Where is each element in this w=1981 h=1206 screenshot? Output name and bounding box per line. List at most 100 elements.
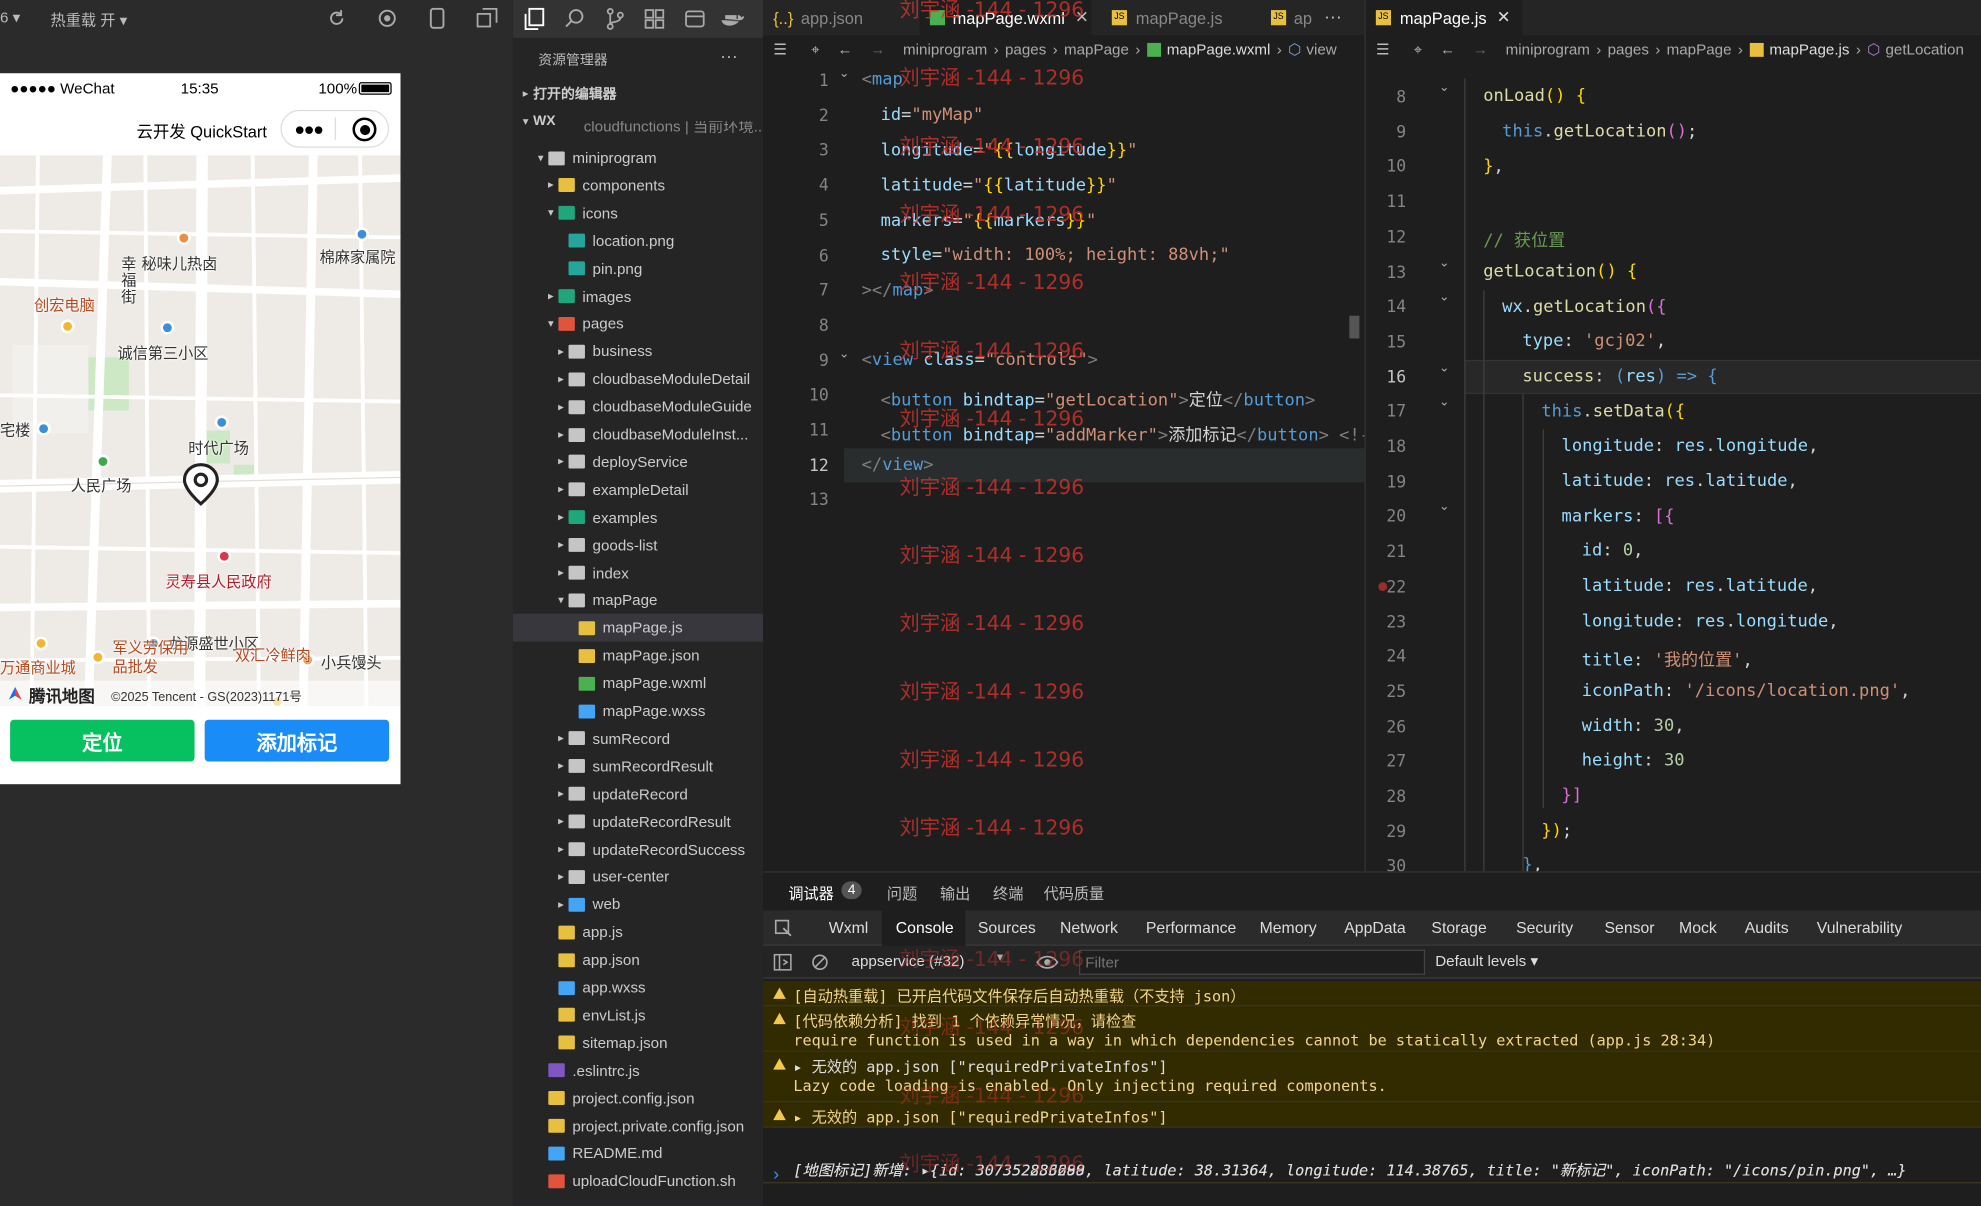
tree-row[interactable]: ▸ business — [513, 338, 763, 366]
tree-row[interactable]: ▸ deployService — [513, 448, 763, 476]
tree-row[interactable]: mapPage.json — [513, 642, 763, 670]
map-view[interactable]: 秘味儿热卤 幸福街 棉麻家属院 创宏电脑 诚信第三小区 宅楼 时代广场 人民广场… — [0, 155, 401, 706]
window-icon[interactable] — [476, 7, 498, 29]
open-editors-section[interactable]: ▸ 打开的编辑器 — [513, 80, 763, 108]
tree-row[interactable]: uploadCloudFunction.sh — [513, 1167, 763, 1195]
tree-row[interactable]: project.private.config.json — [513, 1112, 763, 1140]
tree-row[interactable]: mapPage.js — [512, 614, 764, 642]
devtools-tab[interactable]: AppData — [1344, 919, 1405, 937]
phone-icon[interactable] — [429, 7, 445, 29]
forward-icon[interactable]: → — [1473, 40, 1488, 58]
search-icon[interactable] — [563, 8, 586, 31]
devtools-tab[interactable]: Sensor — [1605, 919, 1655, 937]
tree-row[interactable]: app.js — [513, 918, 763, 946]
close-tab-icon[interactable]: ✕ — [1497, 8, 1511, 28]
devtools-tab[interactable]: Mock — [1679, 919, 1717, 937]
devtools-tab[interactable]: Network — [1060, 919, 1118, 937]
devtools-tab[interactable]: Wxml — [829, 919, 868, 937]
panel-tab[interactable]: 输出 — [940, 883, 970, 904]
tree-row[interactable]: project.config.json — [513, 1084, 763, 1112]
tree-row-truncated[interactable]: cloudfunctions | 当前环境... — [513, 121, 763, 139]
tree-row[interactable]: ▸ web — [513, 891, 763, 919]
tree-row[interactable]: ▾ pages — [513, 310, 763, 338]
tree-row[interactable]: app.wxss — [513, 974, 763, 1002]
panel-tab[interactable]: 问题 — [887, 883, 917, 904]
hotreload-toggle[interactable]: 热重载 开 ▾ — [51, 9, 128, 30]
tree-row[interactable]: ▸ exampleDetail — [513, 476, 763, 504]
tree-row[interactable]: ▸ components — [513, 172, 763, 200]
console-row[interactable]: [自动热重载] 已开启代码文件保存后自动热重载（不支持 json） — [763, 981, 1981, 1007]
tree-row[interactable]: ▸ index — [513, 559, 763, 587]
close-capsule-icon[interactable] — [352, 117, 377, 142]
breadcrumb-item[interactable]: view — [1306, 40, 1336, 58]
docker-icon[interactable] — [720, 8, 745, 31]
tree-row[interactable]: envList.js — [513, 1001, 763, 1029]
tree-row[interactable]: app.json — [513, 946, 763, 974]
fold-icon[interactable]: ⌄ — [839, 347, 850, 361]
panel-tab[interactable]: 调试器 — [788, 883, 834, 904]
tree-row[interactable]: .eslintrc.js — [513, 1057, 763, 1085]
bookmark-icon[interactable]: ⌖ — [811, 40, 820, 59]
device-selector[interactable]: 6 ▾ — [0, 9, 20, 27]
list-icon[interactable]: ☰ — [773, 40, 793, 58]
extensions-icon[interactable] — [643, 8, 666, 31]
tree-row[interactable]: ▸ sumRecordResult — [513, 752, 763, 780]
panel-tab[interactable]: 代码质量 — [1044, 883, 1105, 904]
back-icon[interactable]: ← — [837, 40, 852, 58]
fold-icon[interactable]: ⌄ — [1439, 396, 1450, 410]
breakpoint-icon[interactable] — [1378, 582, 1388, 591]
tree-row[interactable]: ▸ cloudbaseModuleGuide — [513, 393, 763, 421]
filter-input[interactable] — [1078, 949, 1426, 975]
devtools-tab[interactable]: Memory — [1260, 919, 1317, 937]
list-icon[interactable]: ☰ — [1376, 40, 1396, 58]
tree-row[interactable]: ▾ icons — [513, 199, 763, 227]
more-tabs-icon[interactable]: ··· — [1324, 6, 1342, 26]
devtools-tab[interactable]: Security — [1516, 919, 1573, 937]
locate-button[interactable]: 定位 — [10, 719, 195, 762]
tree-row[interactable]: ▸ cloudbaseModuleInst... — [513, 421, 763, 449]
more-dots-icon[interactable]: ●●● — [294, 119, 324, 139]
forward-icon[interactable]: → — [870, 40, 885, 58]
bookmark-icon[interactable]: ⌖ — [1414, 40, 1423, 59]
back-icon[interactable]: ← — [1440, 40, 1455, 58]
tab-app[interactable]: JS ap — [1261, 0, 1322, 35]
source-control-icon[interactable] — [604, 7, 627, 31]
cloud-dev-icon[interactable] — [683, 8, 706, 31]
tree-row[interactable]: location.png — [513, 227, 763, 255]
devtools-tab[interactable]: Sources — [978, 919, 1036, 937]
tree-row[interactable]: ▸ sumRecord — [513, 725, 763, 753]
fold-icon[interactable]: ⌄ — [1439, 256, 1450, 270]
breadcrumb-item[interactable]: mapPage — [1667, 40, 1732, 58]
tree-row[interactable]: ▾ miniprogram — [513, 144, 763, 172]
stop-icon[interactable] — [378, 9, 397, 28]
fold-icon[interactable]: ⌄ — [1439, 81, 1450, 95]
devtools-tab[interactable]: Storage — [1431, 919, 1486, 937]
sidebar-toggle-icon[interactable] — [773, 953, 792, 971]
breadcrumb-item[interactable]: mapPage — [1064, 40, 1129, 58]
fold-icon[interactable]: ⌄ — [1439, 361, 1450, 375]
inspect-icon[interactable] — [774, 919, 792, 937]
fold-icon[interactable]: ⌄ — [839, 67, 850, 81]
devtools-tab[interactable]: Performance — [1146, 919, 1236, 937]
devtools-tab[interactable]: Console — [896, 919, 954, 937]
breadcrumb-item[interactable]: pages — [1005, 40, 1046, 58]
clear-console-icon[interactable] — [811, 953, 829, 971]
more-actions-icon[interactable]: ··· — [720, 45, 738, 65]
tree-row[interactable]: mapPage.wxss — [513, 697, 763, 725]
devtools-tab[interactable]: Vulnerability — [1817, 919, 1902, 937]
breadcrumb-item[interactable]: getLocation — [1885, 40, 1963, 58]
tree-row[interactable]: ▸ goods-list — [513, 531, 763, 559]
tree-row[interactable]: pin.png — [513, 255, 763, 283]
tree-row[interactable]: ▸ updateRecordResult — [513, 808, 763, 836]
capsule-menu[interactable]: ●●● — [280, 109, 390, 148]
devtools-tab[interactable]: Audits — [1745, 919, 1789, 937]
breadcrumb-item[interactable]: mapPage.js — [1769, 40, 1849, 58]
tree-row[interactable]: README.md — [513, 1140, 763, 1168]
fold-icon[interactable]: ⌄ — [1439, 291, 1450, 305]
tree-row[interactable]: sitemap.json — [513, 1029, 763, 1057]
tree-row[interactable]: ▸ cloudbaseModuleDetail — [513, 365, 763, 393]
tree-row[interactable]: ▾ mapPage — [513, 586, 763, 614]
panel-tab[interactable]: 终端 — [993, 883, 1023, 904]
tree-row[interactable]: ▸ updateRecordSuccess — [513, 835, 763, 863]
files-icon[interactable] — [523, 7, 546, 31]
